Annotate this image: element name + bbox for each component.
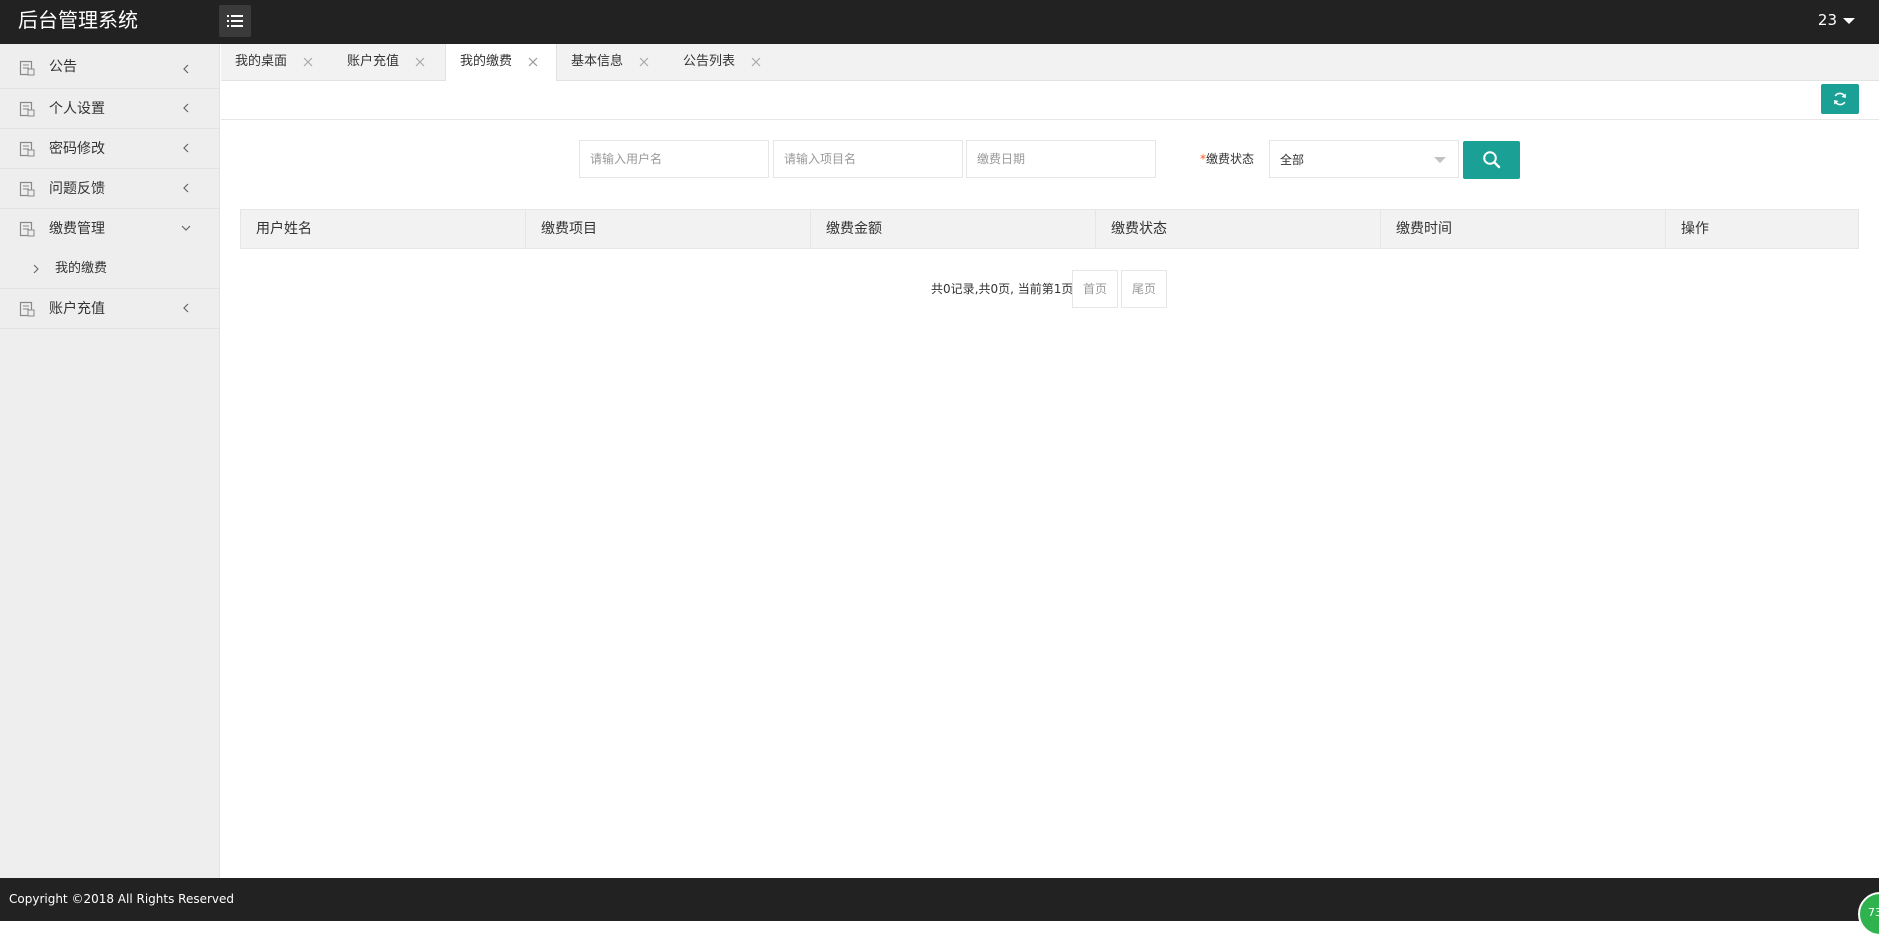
sidebar-item-label: 缴费管理 [49,221,105,237]
sidebar-item-label: 个人设置 [49,101,105,117]
chevron-right-icon [33,264,39,274]
menu-toggle-button[interactable] [219,5,251,37]
pagination-info: 共0记录,共0页, 当前第1页 [931,282,1074,296]
tab-bar: 我的桌面 账户充值 我的缴费 基本信息 公告列表 [221,44,1879,81]
sidebar-item-notice[interactable]: 公告 [0,44,219,89]
refresh-button[interactable] [1821,84,1859,114]
sidebar-item-feedback[interactable]: 问题反馈 [0,169,219,209]
tab-basic-info[interactable]: 基本信息 [557,44,669,81]
sidebar-item-label: 问题反馈 [49,181,105,197]
payment-status-select[interactable]: 全部 [1269,140,1459,178]
sidebar-item-label: 公告 [49,59,77,75]
tab-label: 账户充值 [347,54,400,69]
sidebar-item-account-recharge[interactable]: 账户充值 [0,289,219,329]
sidebar-subitem-my-payments[interactable]: 我的缴费 [0,249,219,289]
user-menu[interactable]: 23 [1818,0,1855,40]
document-icon [19,101,35,117]
top-header: 后台管理系统 23 [0,0,1879,44]
copyright-text: Copyright ©2018 All Rights Reserved [9,892,235,906]
footer: Copyright ©2018 All Rights Reserved [0,878,1879,921]
close-icon[interactable] [639,57,649,67]
search-button[interactable] [1463,141,1520,179]
column-header[interactable]: 缴费金额 [811,210,1096,248]
column-header[interactable]: 缴费状态 [1096,210,1381,248]
refresh-icon [1834,92,1846,106]
chevron-left-icon [183,183,189,193]
sidebar-item-label: 账户充值 [49,301,105,317]
payment-status-label: *缴费状态 [1200,140,1254,178]
caret-down-icon [1434,157,1446,163]
caret-down-icon [1843,17,1855,24]
tab-notice-list[interactable]: 公告列表 [669,44,781,81]
close-icon[interactable] [303,57,313,67]
column-header[interactable]: 缴费时间 [1381,210,1666,248]
payments-table-header: 用户姓名 缴费项目 缴费金额 缴费状态 缴费时间 操作 [240,209,1859,249]
payment-status-label-text: 缴费状态 [1206,152,1255,166]
last-page-button[interactable]: 尾页 [1121,270,1168,308]
first-page-button[interactable]: 首页 [1072,270,1119,308]
column-header[interactable]: 用户姓名 [241,210,526,248]
chevron-left-icon [183,64,189,74]
document-icon [19,181,35,197]
user-name: 23 [1817,11,1837,29]
sidebar-item-change-password[interactable]: 密码修改 [0,129,219,169]
document-icon [19,60,35,76]
tab-my-desktop[interactable]: 我的桌面 [221,44,333,81]
close-icon[interactable] [751,57,761,67]
select-value: 全部 [1280,153,1305,167]
sidebar-item-label: 密码修改 [49,141,105,157]
chevron-down-icon [181,225,191,231]
project-name-input[interactable] [773,140,963,178]
search-icon [1482,151,1500,169]
tab-label: 我的缴费 [460,54,513,69]
tab-account-recharge[interactable]: 账户充值 [333,44,445,81]
tab-label: 我的桌面 [235,54,288,69]
tab-label: 公告列表 [683,54,736,69]
chevron-left-icon [183,303,189,313]
sidebar-item-personal-settings[interactable]: 个人设置 [0,89,219,129]
column-header[interactable]: 操作 [1666,210,1858,248]
username-input[interactable] [579,140,769,178]
sidebar: 公告 个人设置 密码修改 问题反馈 缴费管理 我的缴费 账户充值 [0,44,220,878]
sidebar-item-payment-management[interactable]: 缴费管理 [0,209,219,249]
close-icon[interactable] [415,57,425,67]
list-icon [227,15,243,27]
sidebar-item-label: 我的缴费 [55,261,108,276]
document-icon [19,221,35,237]
tab-label: 基本信息 [571,54,624,69]
document-icon [19,301,35,317]
payment-date-input[interactable] [966,140,1156,178]
document-icon [19,141,35,157]
tab-my-payments[interactable]: 我的缴费 [445,44,557,81]
app-title: 后台管理系统 [18,8,138,32]
chevron-left-icon [183,143,189,153]
close-icon[interactable] [528,57,538,67]
chevron-left-icon [183,103,189,113]
column-header[interactable]: 缴费项目 [526,210,811,248]
content-toolbar [221,81,1879,120]
